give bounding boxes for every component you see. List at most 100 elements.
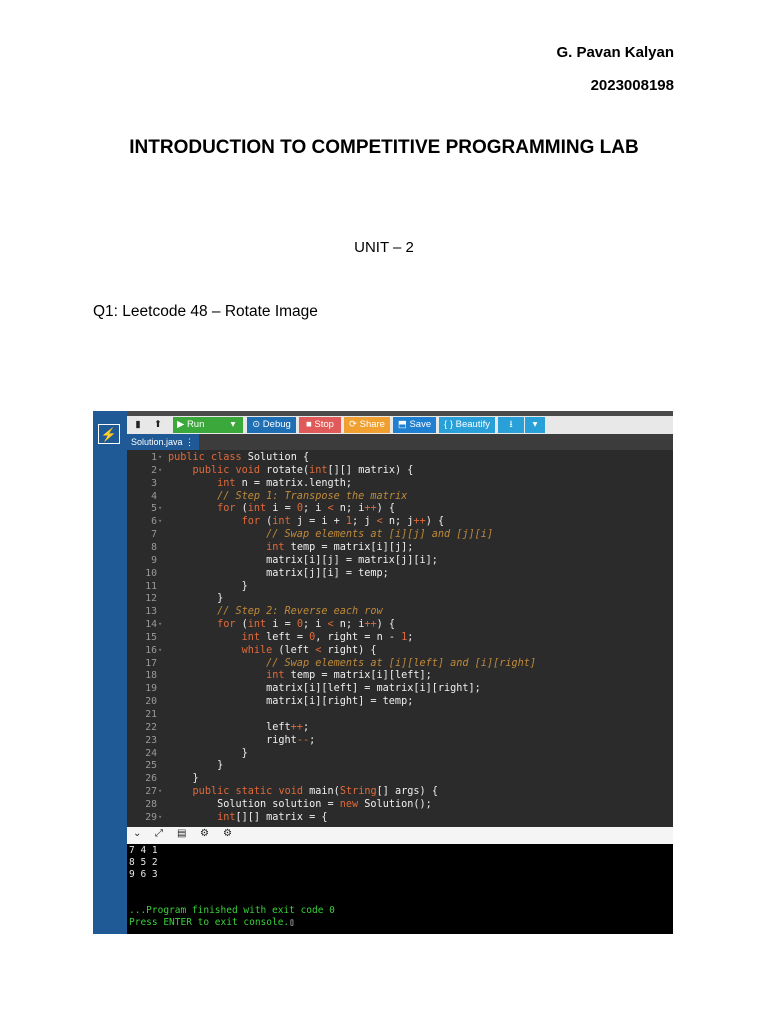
code-line: }: [168, 593, 224, 605]
code-line: int temp = matrix[i][left];: [266, 670, 432, 682]
line-number: 26: [145, 773, 157, 785]
code-editor[interactable]: 1 ▾ public class Solution {2 ▾ public void …: [127, 450, 673, 827]
line-number: 24: [145, 747, 157, 759]
code-line: matrix[i][right] = temp;: [168, 696, 414, 708]
line-number: 29: [145, 811, 157, 823]
save-button[interactable]: ⬒ Save: [393, 417, 436, 433]
fold-chevron-icon[interactable]: ▾: [158, 813, 164, 821]
download-icon[interactable]: ⭳: [498, 417, 524, 433]
code-line: public class Solution {: [168, 452, 310, 463]
line-number: 3: [151, 477, 157, 489]
fold-chevron-icon[interactable]: ▾: [158, 466, 164, 474]
author-name: G. Pavan Kalyan: [556, 44, 674, 61]
code-line: }: [168, 760, 224, 772]
code-line: while (left < right) {: [241, 644, 377, 656]
code-line: }: [168, 747, 248, 759]
line-number: 28: [145, 798, 157, 810]
line-number: 8: [151, 541, 157, 553]
code-line: int temp = matrix[i][j];: [266, 541, 414, 553]
code-line: Solution solution = new Solution();: [168, 798, 432, 810]
chevron-down-icon[interactable]: ⌄: [133, 828, 141, 839]
roll-number: 2023008198: [590, 77, 674, 94]
code-line: }: [168, 580, 248, 592]
ide-screenshot: ⚡ ▮ ⬆ ▶ Run ▾ ⊙ Debug ■ Stop ⟳ Share ⬒ S…: [93, 411, 673, 934]
fold-chevron-icon[interactable]: ▾: [158, 453, 164, 461]
line-number: 7: [151, 529, 157, 541]
line-number: 27: [145, 786, 157, 798]
line-number: 1: [151, 452, 157, 463]
line-number: 21: [145, 709, 157, 720]
line-number: 9: [151, 554, 157, 566]
line-number: 23: [145, 734, 157, 746]
console-line: ...Program finished with exit code 0: [129, 905, 335, 916]
line-number: 19: [145, 683, 157, 695]
code-line: matrix[i][j] = matrix[j][i];: [168, 554, 438, 566]
code-line: matrix[i][left] = matrix[i][right];: [168, 683, 481, 695]
gear-icon[interactable]: ⚙: [200, 828, 209, 839]
editor-tabs: Solution.java ⋮: [127, 434, 673, 450]
lightning-icon[interactable]: ⚡: [98, 424, 120, 444]
page-title: INTRODUCTION TO COMPETITIVE PROGRAMMING …: [129, 137, 639, 158]
code-line: for (int i = 0; i < n; i++) {: [217, 619, 396, 631]
code-line: }: [168, 773, 199, 785]
code-line: // Step 1: Transpose the matrix: [217, 490, 408, 502]
input-panel-icon[interactable]: ▤: [177, 828, 186, 839]
line-number: 22: [145, 721, 157, 733]
line-number: 5: [151, 503, 157, 515]
code-line: int[][] matrix = {: [217, 811, 328, 823]
line-number: 17: [145, 657, 157, 669]
unit-heading: UNIT – 2: [354, 239, 414, 256]
console-line: 8 5 2: [129, 857, 158, 868]
ide-sidebar: ⚡: [93, 411, 127, 934]
console-toolbar: ⌄ ⤢ ▤ ⚙ ⚙: [127, 827, 673, 844]
code-line: right--;: [168, 734, 316, 746]
code-line: for (int i = 0; i < n; i++) {: [217, 503, 396, 515]
new-file-icon[interactable]: ▮: [131, 417, 145, 433]
download-menu-chevron-down-icon[interactable]: ▾: [525, 417, 545, 433]
code-line: for (int j = i + 1; j < n; j++) {: [241, 516, 445, 528]
line-number: 11: [145, 580, 157, 592]
beautify-button[interactable]: { } Beautify: [439, 417, 495, 433]
console-line: 7 4 1: [129, 845, 158, 856]
run-menu-chevron-down-icon[interactable]: ▾: [223, 417, 243, 433]
debug-button[interactable]: ⊙ Debug: [247, 417, 296, 433]
settings-adjust-icon[interactable]: ⚙: [223, 828, 232, 839]
line-number: 20: [145, 696, 157, 708]
line-number: 6: [151, 516, 157, 528]
fold-chevron-icon[interactable]: ▾: [158, 620, 164, 628]
code-line: // Step 2: Reverse each row: [217, 606, 383, 618]
line-number: 13: [145, 606, 157, 618]
line-number: 16: [145, 644, 157, 656]
code-line: public void rotate(int[][] matrix) {: [192, 464, 414, 476]
run-button[interactable]: ▶ Run: [173, 417, 223, 433]
fold-chevron-icon[interactable]: ▾: [158, 517, 164, 525]
cursor-icon: ▯: [289, 917, 295, 928]
share-button[interactable]: ⟳ Share: [344, 417, 390, 433]
line-number: 10: [145, 567, 157, 579]
code-line: int n = matrix.length;: [217, 477, 353, 489]
console-output: 7 4 18 5 29 6 3 ...Program finished with …: [127, 844, 673, 934]
question-heading: Q1: Leetcode 48 – Rotate Image: [93, 303, 318, 320]
line-number: 2: [151, 464, 157, 476]
line-number: 15: [145, 631, 157, 643]
stop-button[interactable]: ■ Stop: [299, 417, 341, 433]
line-number: 12: [145, 593, 157, 605]
fold-chevron-icon[interactable]: ▾: [158, 646, 164, 654]
line-number: 14: [145, 619, 157, 631]
tab-solution-java[interactable]: Solution.java ⋮: [127, 434, 199, 450]
console-line: Press ENTER to exit console.▯: [129, 917, 295, 928]
code-line: matrix[j][i] = temp;: [168, 567, 389, 579]
line-number: 18: [145, 670, 157, 682]
fold-chevron-icon[interactable]: ▾: [158, 504, 164, 512]
line-number: 25: [145, 760, 157, 772]
expand-icon[interactable]: ⤢: [155, 828, 163, 839]
ide-toolbar: ▮ ⬆ ▶ Run ▾ ⊙ Debug ■ Stop ⟳ Share ⬒ Sav…: [127, 416, 673, 434]
code-line: // Swap elements at [i][j] and [j][i]: [266, 529, 494, 541]
upload-icon[interactable]: ⬆: [151, 417, 165, 433]
code-line: left++;: [168, 721, 310, 733]
code-line: // Swap elements at [i][left] and [i][ri…: [266, 657, 537, 669]
code-line: public static void main(String[] args) {: [192, 786, 438, 798]
fold-chevron-icon[interactable]: ▾: [158, 787, 164, 795]
console-line: 9 6 3: [129, 869, 158, 880]
line-number: 4: [151, 490, 157, 502]
